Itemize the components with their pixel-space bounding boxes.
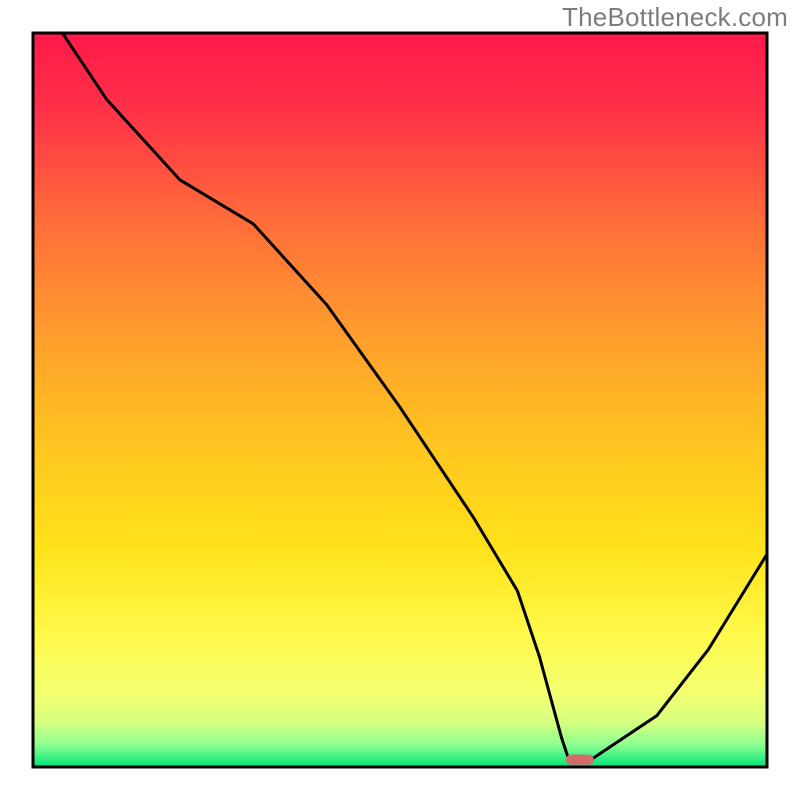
bottleneck-chart [0, 0, 800, 800]
watermark-text: TheBottleneck.com [562, 2, 788, 33]
plot-background [33, 33, 767, 767]
chart-container: TheBottleneck.com [0, 0, 800, 800]
optimal-marker [566, 755, 594, 765]
